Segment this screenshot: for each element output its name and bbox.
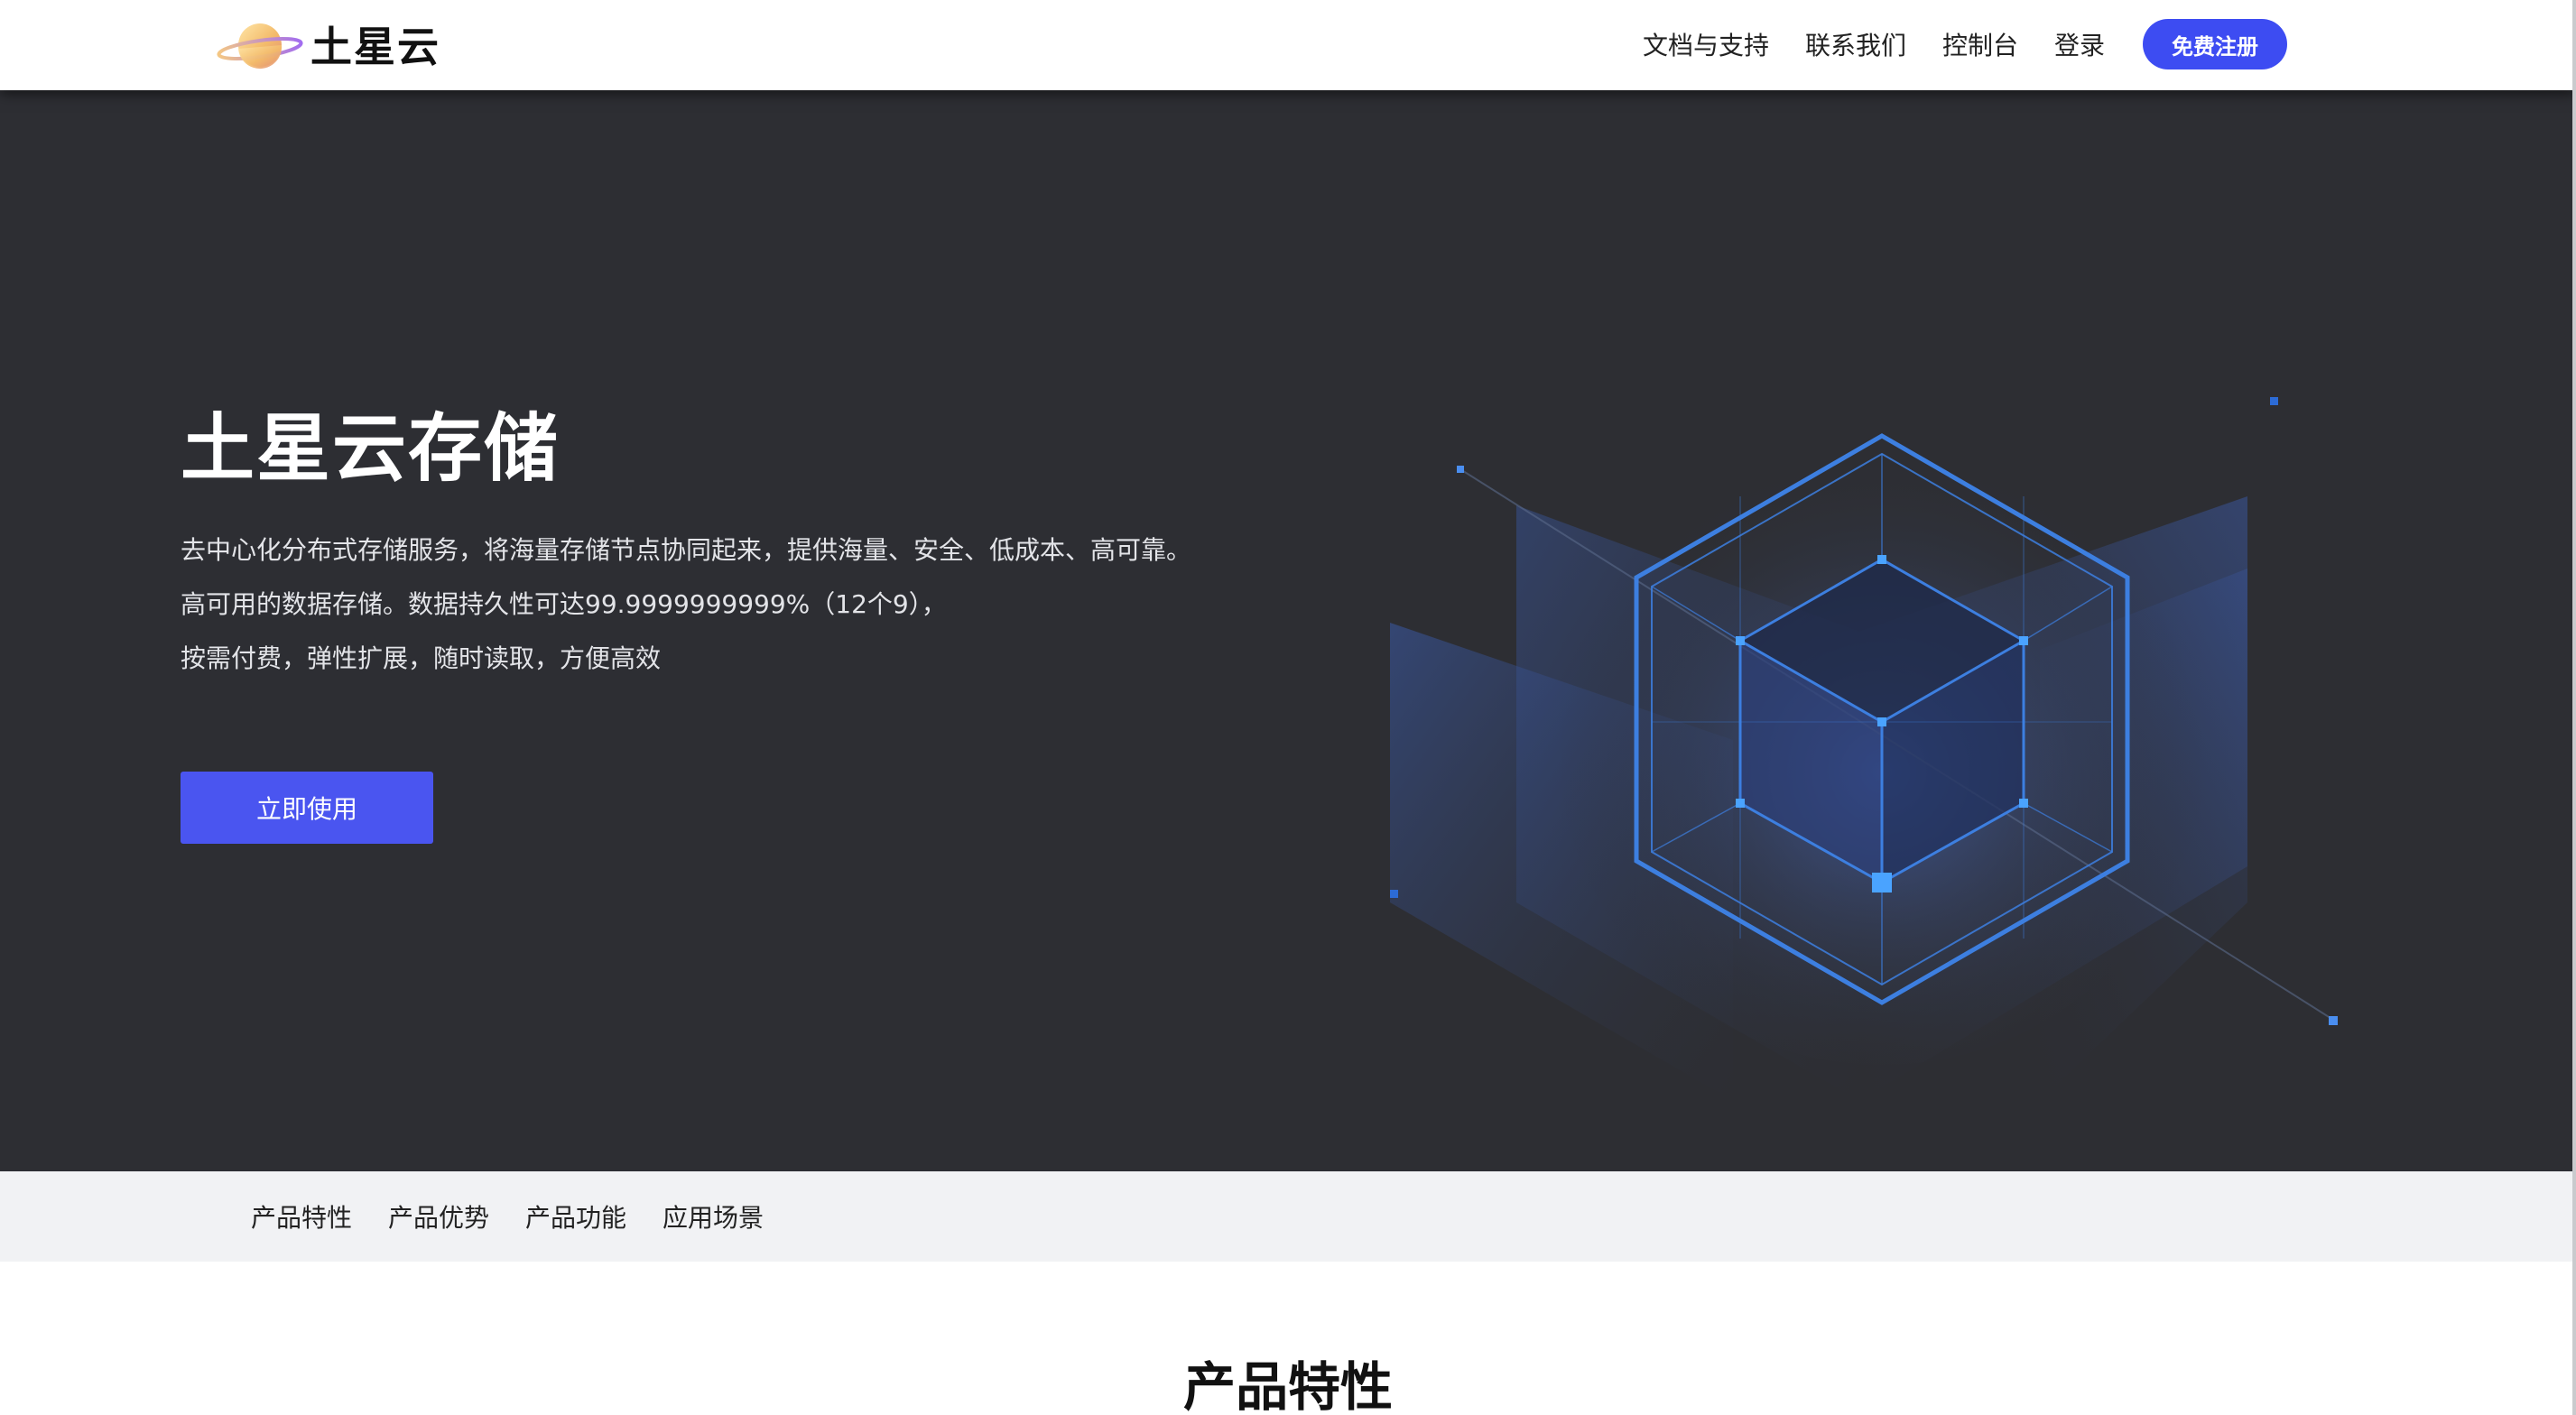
subnav-product-advantages[interactable]: 产品优势 bbox=[388, 1198, 489, 1235]
saturn-planet-icon bbox=[217, 23, 303, 69]
hero-banner: 土星云存储 去中心化分布式存储服务，将海量存储节点协同起来，提供海量、安全、低成… bbox=[0, 90, 2576, 1171]
logo[interactable]: 土星云 bbox=[215, 13, 440, 76]
nav-login[interactable]: 登录 bbox=[2054, 26, 2105, 62]
hero-description: 去中心化分布式存储服务，将海量存储节点协同起来，提供海量、安全、低成本、高可靠。… bbox=[181, 523, 1191, 686]
hero-desc-line-3: 按需付费，弹性扩展，随时读取，方便高效 bbox=[181, 643, 662, 673]
use-now-button[interactable]: 立即使用 bbox=[181, 772, 433, 844]
page-edge-divider bbox=[2572, 0, 2576, 1415]
nav-contact-us[interactable]: 联系我们 bbox=[1805, 26, 1906, 62]
subnav-use-cases[interactable]: 应用场景 bbox=[663, 1198, 764, 1235]
logo-text: 土星云 bbox=[310, 23, 440, 71]
subnav-product-features[interactable]: 产品特性 bbox=[251, 1198, 352, 1235]
nav-console[interactable]: 控制台 bbox=[1942, 26, 2018, 62]
product-subnav: 产品特性 产品优势 产品功能 应用场景 bbox=[0, 1171, 2576, 1262]
free-signup-button[interactable]: 免费注册 bbox=[2143, 19, 2287, 69]
top-nav: 文档与支持 联系我们 控制台 登录 免费注册 bbox=[1607, 18, 2287, 70]
top-header: 土星云 文档与支持 联系我们 控制台 登录 免费注册 bbox=[0, 0, 2576, 90]
hero-desc-line-2: 高可用的数据存储。数据持久性可达99.9999999999%（12个9）， bbox=[181, 589, 947, 619]
nav-docs-support[interactable]: 文档与支持 bbox=[1643, 26, 1769, 62]
hero-desc-line-1: 去中心化分布式存储服务，将海量存储节点协同起来，提供海量、安全、低成本、高可靠。 bbox=[181, 535, 1192, 565]
hero-title: 土星云存储 bbox=[181, 406, 561, 492]
subnav-product-functions[interactable]: 产品功能 bbox=[525, 1198, 626, 1235]
hexagon-cube-network-icon bbox=[1390, 397, 2338, 1101]
section-title: 产品特性 bbox=[1182, 1356, 1393, 1415]
